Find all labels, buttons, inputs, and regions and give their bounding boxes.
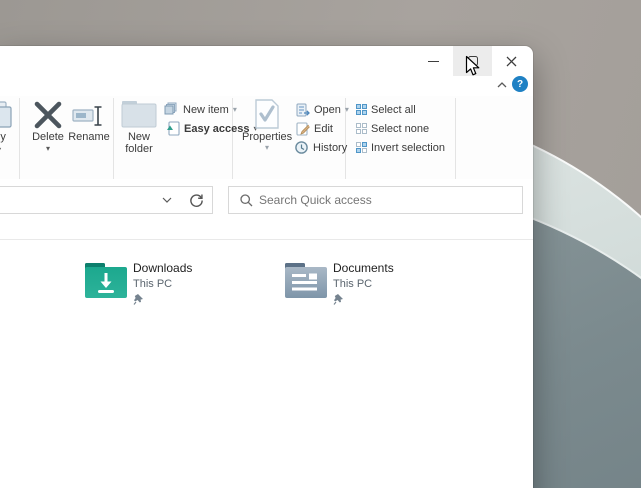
select-none-icon (356, 123, 367, 134)
mouse-cursor (465, 55, 481, 78)
documents-folder-icon (284, 262, 328, 300)
properties-icon (254, 99, 280, 129)
easy-access-icon (166, 121, 180, 136)
close-icon (506, 56, 517, 67)
address-dropdown-button[interactable] (154, 187, 180, 213)
edit-label: Edit (314, 123, 333, 135)
file-name: Downloads (133, 261, 192, 275)
help-button[interactable]: ? (512, 76, 528, 92)
file-tile-downloads[interactable]: Downloads This PC (80, 258, 272, 310)
file-location: This PC (133, 278, 192, 290)
file-explorer-window: ? Copy to ▾ Delete (0, 46, 533, 488)
dropdown-arrow-icon: ▾ (242, 144, 292, 152)
select-all-icon (356, 104, 367, 115)
select-none-button[interactable]: Select none (356, 120, 429, 137)
history-icon (294, 140, 309, 155)
dropdown-arrow-icon: ▾ (0, 145, 1, 154)
dropdown-arrow-icon: ▾ (233, 106, 237, 114)
desktop: ? Copy to ▾ Delete (0, 0, 641, 488)
chevron-up-icon (497, 82, 507, 88)
select-all-button[interactable]: Select all (356, 101, 416, 118)
new-item-icon (164, 102, 179, 117)
new-item-label: New item (183, 104, 229, 116)
invert-selection-icon (356, 142, 367, 153)
refresh-icon (189, 193, 204, 208)
select-all-label: Select all (371, 104, 416, 116)
search-box[interactable] (228, 186, 523, 214)
minimize-button[interactable] (414, 46, 453, 76)
pin-icon (333, 293, 344, 305)
open-label: Open (314, 104, 341, 116)
content-divider (0, 239, 533, 240)
invert-selection-label: Invert selection (371, 142, 445, 154)
copy-to-icon (0, 100, 16, 130)
dropdown-arrow-icon: ▾ (26, 145, 70, 153)
address-bar[interactable] (0, 186, 213, 214)
search-input[interactable] (259, 188, 509, 212)
edit-button[interactable]: Edit (296, 120, 333, 137)
easy-access-label: Easy access (184, 123, 249, 135)
open-icon (296, 103, 310, 117)
help-icon: ? (512, 76, 528, 92)
new-item-button[interactable]: New item ▾ (164, 101, 237, 118)
minimize-ribbon-button[interactable] (494, 77, 510, 92)
file-name: Documents (333, 261, 394, 275)
file-tile-documents[interactable]: Documents This PC (280, 258, 472, 310)
downloads-folder-icon (84, 262, 128, 300)
select-none-label: Select none (371, 123, 429, 135)
navigation-bar (0, 179, 533, 239)
rename-icon (72, 105, 106, 127)
open-button[interactable]: Open ▾ (296, 101, 349, 118)
new-folder-icon (121, 100, 157, 128)
pin-icon (133, 293, 144, 305)
search-icon (240, 194, 253, 207)
history-button[interactable]: History (294, 139, 347, 156)
history-label: History (313, 142, 347, 154)
refresh-button[interactable] (182, 187, 210, 213)
dropdown-arrow-icon: ▾ (345, 106, 349, 114)
close-button[interactable] (492, 46, 531, 76)
edit-icon (296, 122, 310, 136)
invert-selection-button[interactable]: Invert selection (356, 139, 445, 156)
delete-icon (33, 101, 63, 129)
chevron-down-icon (162, 197, 172, 203)
file-location: This PC (333, 278, 394, 290)
minimize-icon (428, 61, 439, 62)
